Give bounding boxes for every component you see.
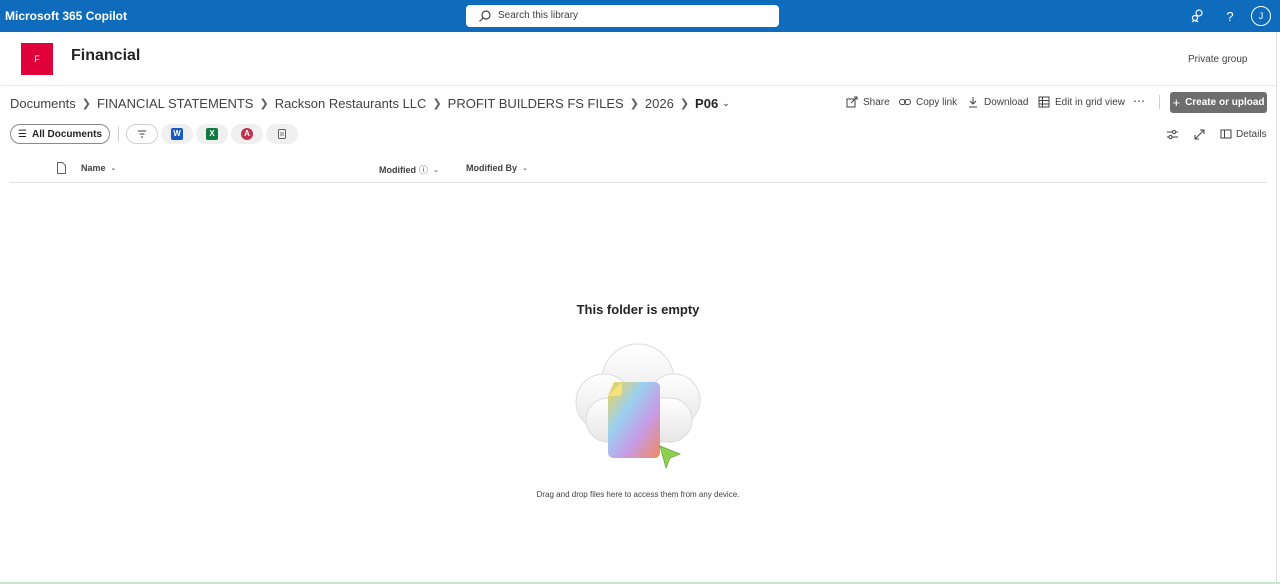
edit-grid-view-label: Edit in grid view <box>1055 96 1126 108</box>
grid-icon <box>1038 96 1050 108</box>
info-icon: ⓘ <box>419 165 429 175</box>
site-logo[interactable]: F <box>21 43 53 75</box>
details-pane-icon <box>1220 129 1232 139</box>
column-header-modified[interactable]: Modified ⓘ ⌄ <box>379 163 439 176</box>
details-label: Details <box>1236 128 1267 140</box>
empty-folder-illustration <box>575 343 701 470</box>
view-options-icon[interactable] <box>1166 128 1179 141</box>
details-button[interactable]: Details <box>1220 128 1267 140</box>
chevron-down-icon: ⌄ <box>433 166 439 174</box>
filter-pdf-files[interactable]: A <box>231 124 263 144</box>
app-title[interactable]: Microsoft 365 Copilot <box>5 9 127 23</box>
chevron-down-icon: ⌄ <box>110 165 117 172</box>
chevron-right-icon: ❯ <box>432 97 442 110</box>
filter-button[interactable] <box>126 124 158 144</box>
command-divider <box>1159 95 1160 109</box>
more-options-icon[interactable]: ⋯ <box>1133 94 1146 108</box>
column-divider <box>10 182 1267 183</box>
download-button[interactable]: Download <box>967 95 1028 109</box>
filter-word-files[interactable]: W <box>161 124 193 144</box>
filter-excel-files[interactable]: X <box>196 124 228 144</box>
breadcrumb-rackson-restaurants[interactable]: Rackson Restaurants LLC <box>275 96 427 111</box>
user-avatar[interactable]: J <box>1251 6 1271 26</box>
list-icon: ☰ <box>18 128 27 140</box>
empty-folder-hint: Drag and drop files here to access them … <box>536 490 740 499</box>
document-icon <box>278 129 286 139</box>
word-icon: W <box>171 128 183 140</box>
pdf-icon: A <box>241 128 253 140</box>
share-icon <box>846 96 858 108</box>
create-or-upload-label: Create or upload <box>1185 97 1265 108</box>
breadcrumb-documents[interactable]: Documents <box>10 96 76 111</box>
top-bar: Microsoft 365 Copilot Search this librar… <box>0 0 1280 32</box>
share-button[interactable]: Share <box>846 95 890 109</box>
search-box[interactable]: Search this library <box>466 5 779 27</box>
search-placeholder: Search this library <box>498 10 579 21</box>
help-icon[interactable]: ? <box>1221 7 1239 25</box>
page-edge <box>1276 32 1277 584</box>
create-or-upload-button[interactable]: + Create or upload <box>1170 92 1267 113</box>
share-label: Share <box>863 96 890 108</box>
empty-folder-title: This folder is empty <box>576 302 700 317</box>
plus-icon: + <box>1172 95 1181 110</box>
filter-divider <box>118 126 119 142</box>
breadcrumb-2026[interactable]: 2026 <box>645 96 674 111</box>
view-selector-button[interactable]: ☰ All Documents <box>10 124 110 144</box>
column-modified-label: Modified <box>379 164 416 175</box>
site-name[interactable]: Financial <box>71 47 140 65</box>
view-selector-label: All Documents <box>31 128 102 140</box>
filter-other-files[interactable] <box>266 124 298 144</box>
link-icon <box>899 99 911 105</box>
breadcrumb-financial-statements[interactable]: FINANCIAL STATEMENTS <box>97 96 254 111</box>
download-icon <box>969 97 977 108</box>
filter-icon <box>138 130 146 138</box>
column-header-modified-by[interactable]: Modified By ⌄ <box>466 163 528 173</box>
header-divider <box>0 85 1276 86</box>
chevron-right-icon: ❯ <box>81 97 91 110</box>
privacy-label: Private group <box>1188 54 1248 65</box>
breadcrumb: Documents ❯ FINANCIAL STATEMENTS ❯ Racks… <box>10 94 730 112</box>
share-feedback-icon[interactable] <box>1189 7 1207 25</box>
svg-text:?: ? <box>1226 9 1233 24</box>
chevron-right-icon: ❯ <box>259 97 269 110</box>
column-name-label: Name <box>81 163 106 173</box>
chevron-down-icon: ⌄ <box>522 165 528 172</box>
column-header-name[interactable]: Name ⌄ <box>81 163 116 173</box>
edit-grid-view-button[interactable]: Edit in grid view <box>1038 95 1125 109</box>
copy-link-label: Copy link <box>916 96 958 108</box>
chevron-right-icon: ❯ <box>679 97 690 110</box>
expand-icon[interactable] <box>1193 128 1206 141</box>
file-type-column-icon[interactable] <box>56 162 67 174</box>
breadcrumb-current[interactable]: P06 <box>695 96 718 111</box>
copy-link-button[interactable]: Copy link <box>899 95 957 109</box>
excel-icon: X <box>206 128 218 140</box>
column-modified-by-label: Modified By <box>466 163 517 173</box>
chevron-right-icon: ❯ <box>629 97 639 110</box>
download-label: Download <box>984 96 1029 108</box>
breadcrumb-profit-builders[interactable]: PROFIT BUILDERS FS FILES <box>448 96 624 111</box>
chevron-down-icon[interactable]: ⌄ <box>722 98 730 109</box>
search-icon <box>479 10 491 22</box>
